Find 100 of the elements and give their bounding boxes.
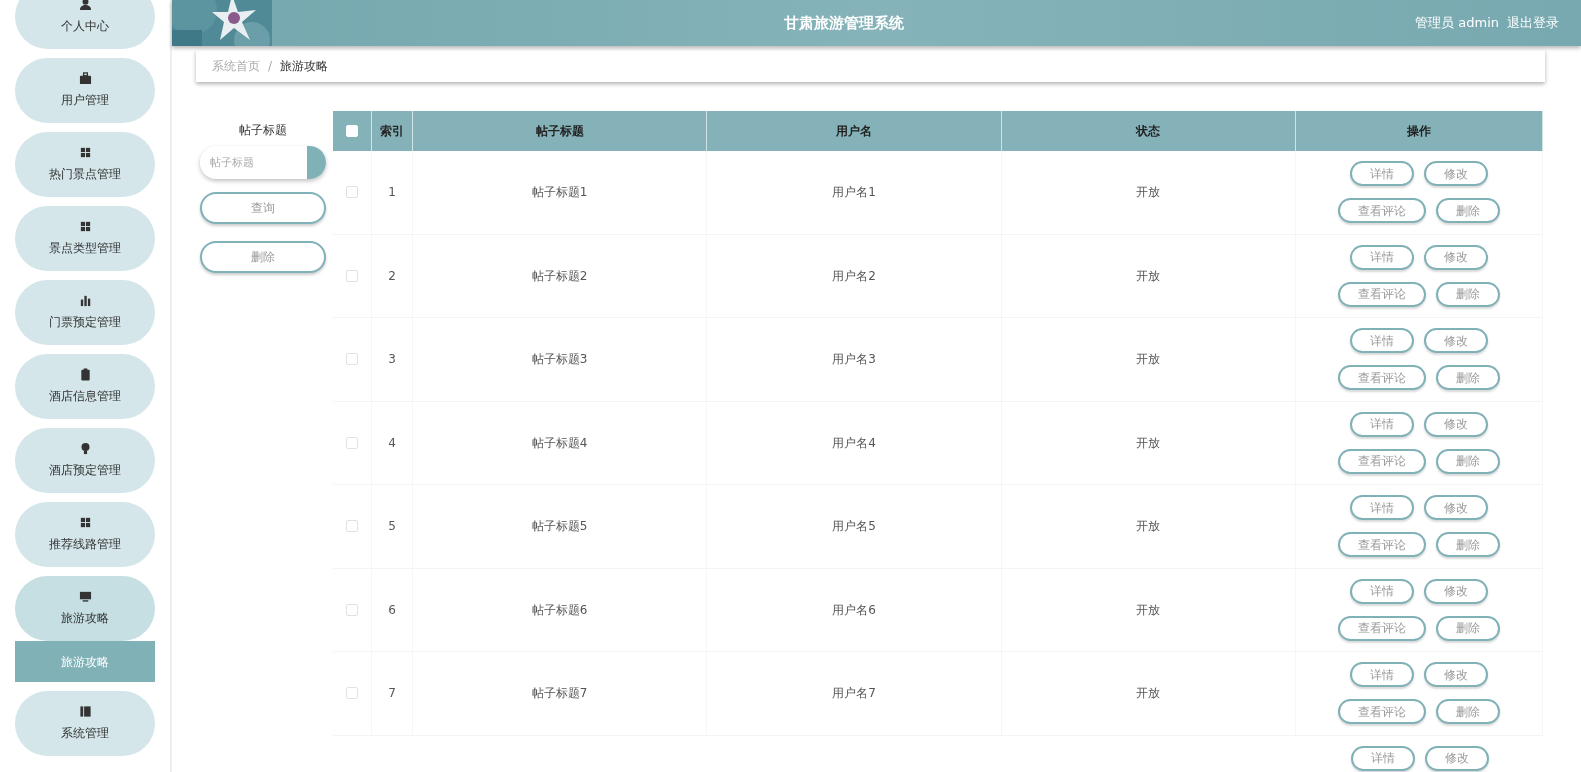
breadcrumb-item[interactable]: 系统首页 — [212, 57, 260, 75]
table-cell-text: 开放 — [1136, 267, 1161, 285]
grid-icon — [78, 220, 92, 233]
column-header: 状态 — [1136, 123, 1161, 140]
search-field[interactable]: 帖子标题 — [200, 146, 326, 179]
sidebar-item[interactable]: 推荐线路管理 — [15, 502, 155, 567]
column-header: 操作 — [1407, 123, 1431, 140]
table-cell-text: 用户名7 — [832, 685, 876, 703]
comments-button[interactable]: 查看评论 — [1338, 532, 1426, 558]
table-cell-text: 开放 — [1136, 351, 1161, 369]
details-button[interactable]: 详情 — [1350, 411, 1414, 437]
clipboard-icon — [78, 368, 92, 381]
details-button[interactable]: 详情 — [1350, 745, 1415, 771]
edit-button[interactable]: 修改 — [1424, 662, 1488, 688]
table-cell-text: 开放 — [1136, 685, 1161, 703]
breadcrumb-separator: / — [268, 58, 273, 75]
table-cell-text: 开放 — [1136, 434, 1161, 452]
person-icon — [78, 0, 92, 11]
table-cell-text: 帖子标题3 — [531, 351, 588, 369]
user-label: 管理员 admin — [1415, 14, 1499, 33]
details-button[interactable]: 详情 — [1350, 244, 1414, 270]
field-label: 帖子标题 — [239, 122, 287, 139]
delete-button[interactable]: 删除 — [1436, 365, 1500, 391]
edit-button[interactable]: 修改 — [1424, 328, 1488, 354]
sidebar-item[interactable]: 景点类型管理 — [15, 206, 155, 271]
checkbox[interactable] — [346, 186, 358, 199]
comments-button[interactable]: 查看评论 — [1338, 615, 1426, 641]
table-cell-text: 帖子标题6 — [531, 601, 588, 619]
app-title: 甘肃旅游管理系统 — [782, 12, 905, 34]
grid-icon — [78, 516, 92, 529]
table-cell-text: 4 — [388, 434, 396, 452]
sidebar-item[interactable]: 系统管理 — [15, 691, 155, 756]
table-cell-text: 开放 — [1136, 184, 1161, 202]
comments-button[interactable]: 查看评论 — [1338, 365, 1426, 391]
edit-button[interactable]: 修改 — [1424, 745, 1489, 771]
checkbox[interactable] — [346, 353, 358, 366]
checkbox[interactable] — [346, 520, 358, 533]
table-cell-text: 用户名3 — [832, 351, 876, 369]
table-cell-text: 开放 — [1136, 518, 1161, 536]
grid-icon — [78, 146, 92, 159]
edit-button[interactable]: 修改 — [1424, 411, 1488, 437]
delete-button[interactable]: 删除 — [1436, 532, 1500, 558]
table-cell-text: 开放 — [1136, 601, 1161, 619]
sidebar-item[interactable]: 热门景点管理 — [15, 132, 155, 197]
breadcrumb-item: 旅游攻略 — [280, 58, 329, 75]
details-button[interactable]: 详情 — [1350, 662, 1414, 688]
table-cell-text: 用户名5 — [832, 518, 876, 536]
column-header: 索引 — [380, 123, 404, 140]
sidebar-item[interactable]: 酒店信息管理 — [15, 354, 155, 419]
sidebar-item[interactable]: 个人中心 — [15, 0, 155, 49]
details-button[interactable]: 详情 — [1350, 495, 1414, 521]
delete-button[interactable]: 删除 — [1436, 448, 1500, 474]
table-cell-text: 帖子标题5 — [531, 518, 588, 536]
monitor-icon — [78, 590, 92, 603]
delete-button[interactable]: 删除 — [1436, 699, 1500, 725]
bar-chart-icon — [78, 294, 92, 307]
table-cell-text: 用户名2 — [832, 267, 876, 285]
column-header: 用户名 — [836, 123, 872, 140]
table-cell-text: 1 — [388, 184, 396, 202]
table-cell-text: 帖子标题7 — [531, 685, 588, 703]
sidebar-item[interactable]: 用户管理 — [15, 58, 155, 123]
book-icon — [78, 705, 92, 718]
sidebar-item[interactable]: 酒店预定管理 — [15, 428, 155, 493]
delete-button[interactable]: 删除 — [1436, 281, 1500, 307]
checkbox[interactable] — [346, 436, 358, 449]
column-header: 帖子标题 — [535, 123, 584, 140]
sidebar-item[interactable]: 门票预定管理 — [15, 280, 155, 345]
delete-button[interactable]: 删除 — [1436, 615, 1500, 641]
table-cell-text: 6 — [388, 601, 396, 619]
comments-button[interactable]: 查看评论 — [1338, 699, 1426, 725]
table-cell-text: 帖子标题2 — [531, 267, 588, 285]
details-button[interactable]: 详情 — [1350, 161, 1414, 187]
table-cell-text: 7 — [388, 685, 396, 703]
details-button[interactable]: 详情 — [1350, 328, 1414, 354]
checkbox[interactable] — [346, 687, 358, 700]
edit-button[interactable]: 修改 — [1424, 244, 1488, 270]
table-cell-text: 用户名1 — [832, 184, 876, 202]
edit-button[interactable]: 修改 — [1424, 161, 1488, 187]
table-cell-text: 5 — [388, 518, 396, 536]
edit-button[interactable]: 修改 — [1424, 495, 1488, 521]
table-cell-text: 用户名4 — [832, 434, 876, 452]
checkbox[interactable] — [346, 269, 358, 282]
submenu-item[interactable]: 旅游攻略 — [15, 641, 155, 682]
table-cell-text: 3 — [388, 351, 396, 369]
delete-button[interactable]: 删除 — [1436, 198, 1500, 224]
comments-button[interactable]: 查看评论 — [1338, 281, 1426, 307]
edit-button[interactable]: 修改 — [1424, 578, 1488, 604]
search-button[interactable]: 查询 — [200, 192, 326, 224]
briefcase-icon — [78, 72, 92, 85]
table-cell-text: 用户名6 — [832, 601, 876, 619]
logout-link[interactable]: 退出登录 — [1507, 13, 1559, 33]
delete-button[interactable]: 删除 — [200, 241, 326, 273]
comments-button[interactable]: 查看评论 — [1338, 198, 1426, 224]
table-cell-text: 2 — [388, 267, 396, 285]
details-button[interactable]: 详情 — [1350, 578, 1414, 604]
checkbox[interactable] — [346, 603, 358, 616]
sidebar-item[interactable]: 旅游攻略 — [15, 576, 155, 641]
table-cell-text: 帖子标题4 — [531, 434, 588, 452]
table-cell-text: 帖子标题1 — [531, 184, 588, 202]
comments-button[interactable]: 查看评论 — [1338, 448, 1426, 474]
